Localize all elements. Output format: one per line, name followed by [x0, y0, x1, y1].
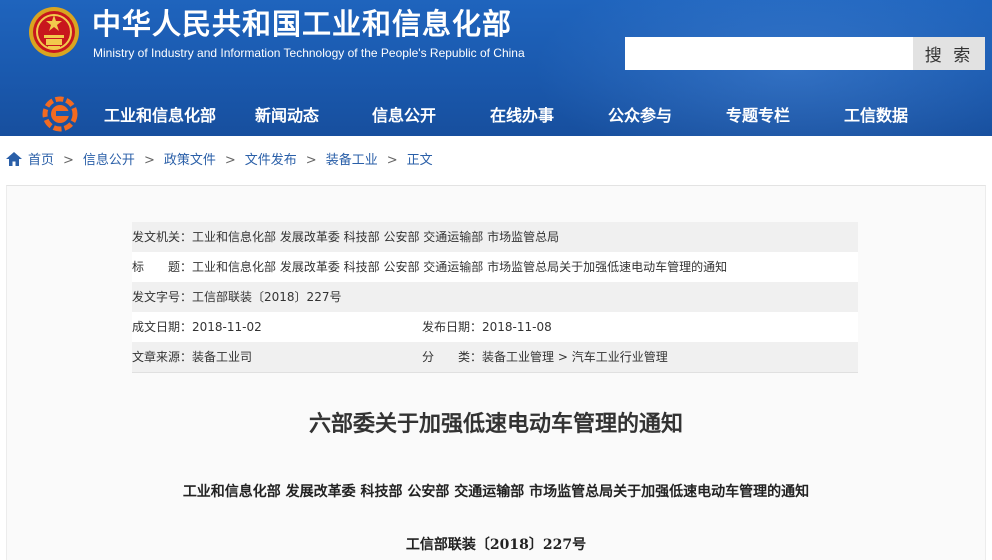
breadcrumb-home[interactable]: 首页 — [28, 153, 54, 168]
breadcrumb-separator: > — [224, 153, 236, 168]
nav-item-data[interactable]: 工信数据 — [844, 96, 908, 136]
meta-row-source-category: 文章来源：装备工业司 分 类：装备工业管理 > 汽车工业行业管理 — [132, 342, 858, 372]
breadcrumb-info-disclosure[interactable]: 信息公开 — [83, 153, 135, 168]
meta-title: 工业和信息化部 发展改革委 科技部 公安部 交通运输部 市场监管总局关于加强低速… — [192, 260, 728, 274]
home-icon — [6, 152, 22, 166]
meta-row-dates: 成文日期：2018-11-02 发布日期：2018-11-08 — [132, 312, 858, 342]
nav-item-info-disclosure[interactable]: 信息公开 — [372, 96, 436, 136]
meta-publish-date: 2018-11-08 — [482, 320, 552, 334]
search-button[interactable]: 搜 索 — [913, 37, 985, 70]
breadcrumb-separator: > — [305, 153, 317, 168]
meta-label: 分 类： — [422, 350, 483, 364]
national-emblem-icon[interactable] — [28, 6, 80, 58]
nav-item-news[interactable]: 新闻动态 — [255, 96, 319, 136]
breadcrumb-policy-docs[interactable]: 政策文件 — [164, 153, 216, 168]
meta-label: 发布日期： — [422, 320, 483, 334]
meta-doc-number: 工信部联装〔2018〕227号 — [192, 290, 342, 304]
document-title: 六部委关于加强低速电动车管理的通知 — [308, 412, 683, 437]
meta-issuer: 工业和信息化部 发展改革委 科技部 公安部 交通运输部 市场监管总局 — [192, 230, 560, 244]
breadcrumb: 首页 > 信息公开 > 政策文件 > 文件发布 > 装备工业 > 正文 — [6, 150, 433, 172]
breadcrumb-separator: > — [386, 153, 398, 168]
breadcrumb-equipment-industry[interactable]: 装备工业 — [326, 153, 378, 168]
search-input[interactable] — [625, 37, 913, 70]
meta-label: 成文日期： — [132, 320, 193, 334]
meta-written-date: 2018-11-02 — [192, 320, 262, 334]
site-title[interactable]: 中华人民共和国工业和信息化部 — [92, 4, 512, 44]
breadcrumb-separator: > — [143, 153, 155, 168]
nav-item-miit[interactable]: 工业和信息化部 — [104, 96, 216, 136]
breadcrumb-doc-release[interactable]: 文件发布 — [245, 153, 297, 168]
main-nav: 工业和信息化部 新闻动态 信息公开 在线办事 公众参与 专题专栏 工信数据 — [0, 96, 992, 136]
meta-row-issuer: 发文机关：工业和信息化部 发展改革委 科技部 公安部 交通运输部 市场监管总局 — [132, 222, 858, 252]
meta-source: 装备工业司 — [192, 350, 253, 364]
document-number: 工信部联装〔2018〕227号 — [405, 537, 587, 553]
meta-label: 文章来源： — [132, 350, 193, 364]
meta-category: 装备工业管理 > 汽车工业行业管理 — [482, 350, 668, 364]
meta-label: 发文机关： — [132, 230, 193, 244]
breadcrumb-current: 正文 — [406, 153, 433, 168]
meta-row-title: 标 题：工业和信息化部 发展改革委 科技部 公安部 交通运输部 市场监管总局关于… — [132, 252, 858, 282]
document-meta-table: 发文机关：工业和信息化部 发展改革委 科技部 公安部 交通运输部 市场监管总局 … — [132, 222, 858, 373]
breadcrumb-separator: > — [63, 153, 74, 168]
nav-item-public-participation[interactable]: 公众参与 — [608, 96, 672, 136]
meta-divider — [132, 372, 858, 373]
meta-label: 发文字号： — [132, 290, 193, 304]
search-bar: 搜 索 — [625, 37, 985, 70]
meta-row-doc-number: 发文字号：工信部联装〔2018〕227号 — [132, 282, 858, 312]
document-subtitle: 工业和信息化部 发展改革委 科技部 公安部 交通运输部 市场监管总局关于加强低速… — [182, 484, 810, 500]
site-header: 中华人民共和国工业和信息化部 Ministry of Industry and … — [0, 0, 992, 136]
meta-label: 标 题： — [132, 260, 193, 274]
site-subtitle-en: Ministry of Industry and Information Tec… — [93, 46, 525, 60]
nav-item-special-topics[interactable]: 专题专栏 — [726, 96, 790, 136]
nav-item-online-services[interactable]: 在线办事 — [490, 96, 554, 136]
